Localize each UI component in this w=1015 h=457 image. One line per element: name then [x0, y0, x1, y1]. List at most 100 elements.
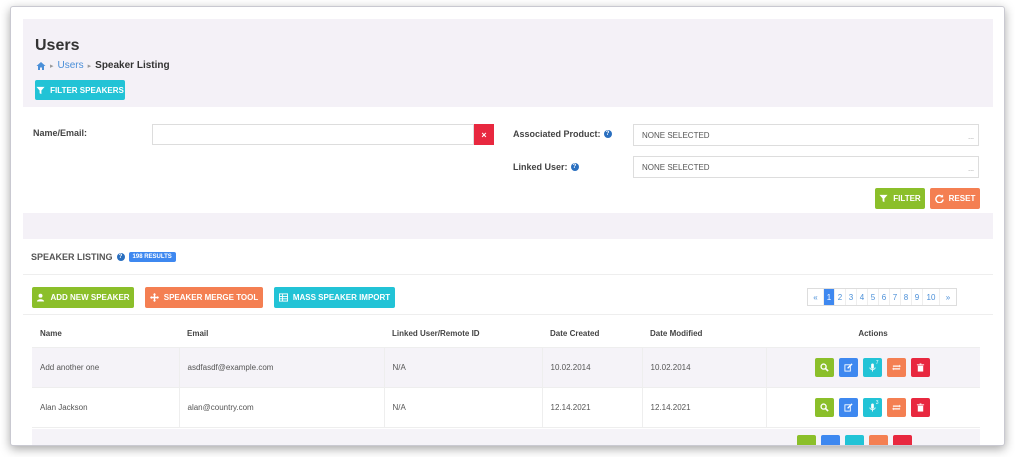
pagination-page[interactable]: 10: [923, 289, 940, 305]
filter-speakers-button[interactable]: FILTER SPEAKERS: [35, 80, 125, 100]
associated-product-select[interactable]: NONE SELECTED ...: [633, 124, 979, 146]
pagination-page[interactable]: 1: [824, 289, 835, 305]
search-icon: [819, 402, 829, 412]
microphone-button[interactable]: 7: [862, 357, 882, 377]
column-header-date-modified[interactable]: Date Modified: [642, 321, 766, 348]
pagination-page[interactable]: 4: [857, 289, 868, 305]
pagination-page[interactable]: 8: [901, 289, 912, 305]
pagination-next[interactable]: »: [940, 289, 956, 305]
table-header-row: Name Email Linked User/Remote ID Date Cr…: [32, 321, 980, 348]
breadcrumb-users-link[interactable]: Users: [58, 60, 84, 71]
view-button[interactable]: [814, 397, 834, 417]
reset-button-label: RESET: [948, 194, 976, 203]
edit-button[interactable]: [838, 397, 858, 417]
question-icon[interactable]: ?: [116, 253, 125, 261]
linked-user-value: NONE SELECTED: [642, 162, 710, 172]
page-title: Users: [35, 37, 80, 54]
view-button[interactable]: [814, 357, 834, 377]
filter-button-label: FILTER: [893, 194, 921, 203]
divider: [23, 314, 993, 315]
question-icon[interactable]: ?: [570, 163, 579, 171]
transfer-button-partial[interactable]: [869, 435, 888, 445]
clear-name-button[interactable]: ×: [474, 124, 494, 145]
select-ellipsis: ...: [968, 166, 974, 173]
pagination-page[interactable]: 5: [868, 289, 879, 305]
transfer-button[interactable]: [886, 357, 906, 377]
column-header-name[interactable]: Name: [32, 321, 179, 348]
associated-product-value: NONE SELECTED: [642, 130, 710, 140]
trash-icon: [916, 362, 924, 372]
pagination-page[interactable]: 2: [835, 289, 846, 305]
speaker-linked-user: N/A: [384, 387, 543, 427]
linked-user-text: Linked User:: [513, 162, 568, 172]
speaker-table: Name Email Linked User/Remote ID Date Cr…: [32, 321, 980, 428]
column-header-linked-user[interactable]: Linked User/Remote ID: [384, 321, 542, 348]
question-icon[interactable]: ?: [603, 130, 612, 138]
row-actions: 3: [766, 387, 980, 427]
select-ellipsis: ...: [968, 134, 974, 141]
pagination-prev[interactable]: «: [808, 289, 824, 305]
user-icon: [37, 293, 45, 302]
mic-count: 3: [875, 399, 879, 406]
delete-button-partial[interactable]: [893, 435, 912, 445]
mic-count: 7: [875, 359, 879, 366]
linked-user-label: Linked User: ?: [513, 162, 579, 172]
add-new-speaker-label: ADD NEW SPEAKER: [50, 293, 130, 302]
listing-title-text: SPEAKER LISTING: [31, 252, 113, 262]
reset-button[interactable]: RESET: [930, 188, 980, 209]
speaker-merge-tool-button[interactable]: SPEAKER MERGE TOOL: [145, 287, 263, 308]
table-icon: [278, 293, 288, 302]
name-email-input[interactable]: [152, 124, 474, 145]
speaker-name: Add another one: [32, 347, 180, 387]
speaker-merge-tool-label: SPEAKER MERGE TOOL: [163, 293, 259, 302]
add-new-speaker-button[interactable]: ADD NEW SPEAKER: [32, 287, 134, 308]
app-window: Users ▸ Users ▸ Speaker Listing FILTER S…: [10, 6, 1005, 446]
column-header-date-created[interactable]: Date Created: [542, 321, 642, 348]
table-row: Alan Jackson alan@country.com N/A 12.14.…: [32, 387, 980, 427]
speaker-date-created: 10.02.2014: [542, 347, 643, 387]
pagination-page[interactable]: 7: [890, 289, 901, 305]
breadcrumb: ▸ Users ▸ Speaker Listing: [36, 60, 170, 71]
table-row: Add another one asdfasdf@example.com N/A…: [32, 347, 980, 387]
speaker-linked-user: N/A: [384, 347, 543, 387]
pagination: « 1 2 3 4 5 6 7 8 9 10 »: [807, 288, 957, 306]
mass-speaker-import-button[interactable]: MASS SPEAKER IMPORT: [274, 287, 395, 308]
mass-speaker-import-label: MASS SPEAKER IMPORT: [292, 293, 391, 302]
refresh-icon: [934, 194, 944, 203]
microphone-button-partial[interactable]: [845, 435, 864, 445]
merge-icon: [149, 293, 159, 302]
section-divider: [23, 213, 993, 239]
delete-button[interactable]: [910, 397, 930, 417]
search-icon: [819, 362, 829, 372]
transfer-button[interactable]: [886, 397, 906, 417]
column-header-email[interactable]: Email: [179, 321, 384, 348]
microphone-button[interactable]: 3: [862, 397, 882, 417]
pagination-page[interactable]: 3: [846, 289, 857, 305]
linked-user-select[interactable]: NONE SELECTED ...: [633, 156, 979, 178]
filter-panel: Name/Email: × Associated Product: ? NONE…: [23, 107, 993, 213]
edit-icon: [843, 402, 853, 412]
associated-product-text: Associated Product:: [513, 129, 601, 139]
view-button-partial[interactable]: [797, 435, 816, 445]
filter-icon: [879, 194, 888, 203]
breadcrumb-current: Speaker Listing: [95, 60, 170, 71]
listing-title: SPEAKER LISTING ? 198 RESULTS: [31, 252, 176, 262]
breadcrumb-separator: ▸: [50, 62, 54, 70]
speaker-date-modified: 12.14.2021: [642, 387, 767, 427]
speaker-date-modified: 10.02.2014: [642, 347, 767, 387]
pagination-page[interactable]: 9: [912, 289, 923, 305]
page-header: Users ▸ Users ▸ Speaker Listing FILTER S…: [23, 19, 993, 107]
column-header-actions: Actions: [766, 321, 980, 348]
edit-button[interactable]: [838, 357, 858, 377]
results-badge: 198 RESULTS: [128, 252, 176, 262]
filter-button[interactable]: FILTER: [875, 188, 925, 209]
home-icon[interactable]: [36, 61, 46, 71]
pagination-page[interactable]: 6: [879, 289, 890, 305]
clear-icon: ×: [481, 129, 487, 140]
breadcrumb-separator: ▸: [87, 62, 92, 70]
filter-speakers-label: FILTER SPEAKERS: [50, 85, 124, 95]
transfer-icon: [891, 364, 901, 370]
delete-button[interactable]: [910, 357, 930, 377]
edit-button-partial[interactable]: [821, 435, 840, 445]
speaker-date-created: 12.14.2021: [542, 387, 643, 427]
